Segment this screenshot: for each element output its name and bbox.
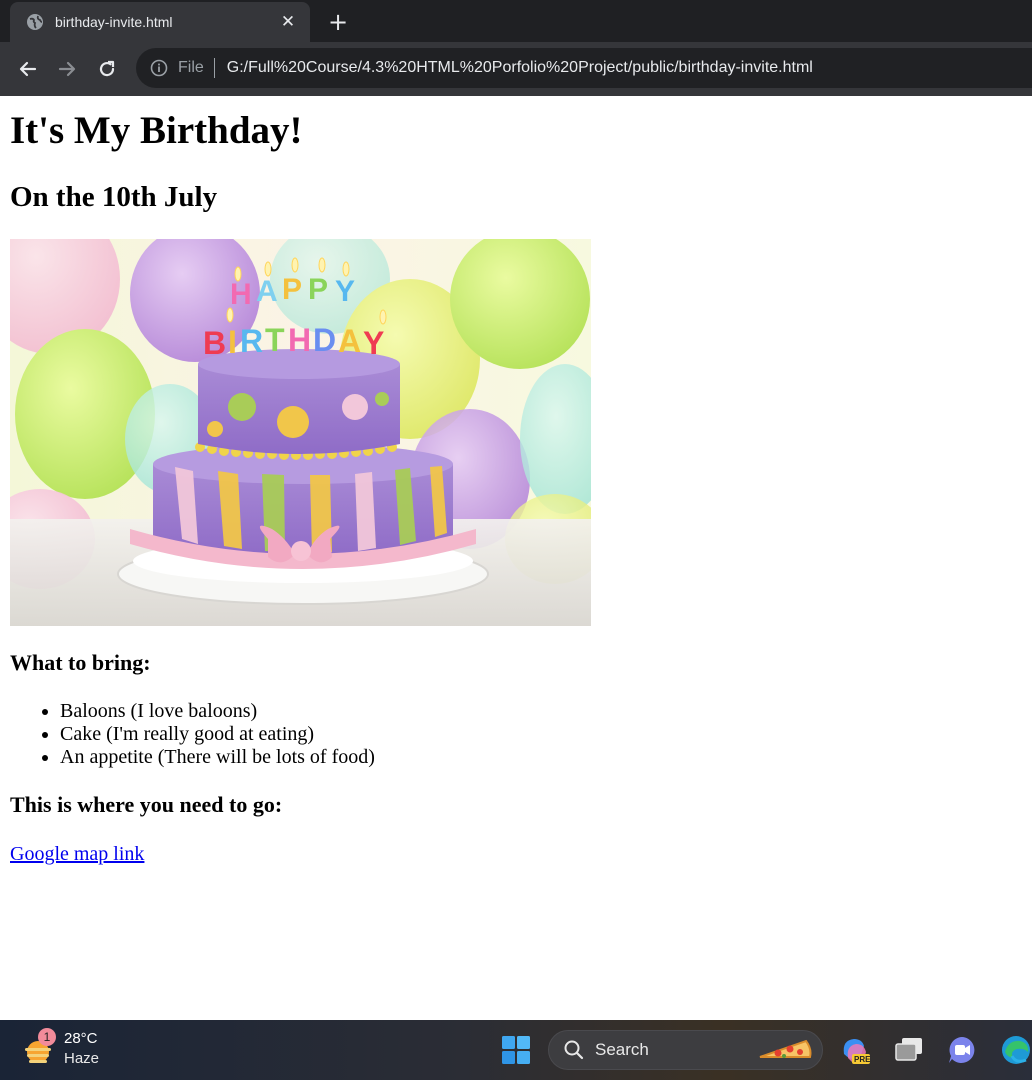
windows-taskbar: 1 28°C Haze Search PRE bbox=[0, 1020, 1032, 1080]
browser-toolbar: File G:/Full%20Course/4.3%20HTML%20Porfo… bbox=[0, 42, 1032, 96]
search-icon bbox=[563, 1039, 585, 1061]
page-heading: It's My Birthday! bbox=[10, 109, 303, 152]
svg-text:H: H bbox=[288, 322, 311, 358]
omnibox-divider bbox=[213, 58, 215, 78]
svg-text:Y: Y bbox=[335, 275, 355, 308]
search-placeholder: Search bbox=[595, 1040, 649, 1059]
reload-icon[interactable] bbox=[93, 55, 121, 83]
info-icon[interactable] bbox=[150, 59, 168, 77]
teams-meet-icon[interactable] bbox=[946, 1034, 978, 1066]
tab-title: birthday-invite.html bbox=[55, 14, 173, 30]
svg-text:A: A bbox=[256, 275, 278, 308]
pizza-icon bbox=[754, 1035, 816, 1065]
bring-heading: What to bring: bbox=[10, 650, 151, 675]
forward-arrow-icon[interactable] bbox=[53, 55, 81, 83]
list-item: Baloons (I love baloons) bbox=[60, 700, 375, 723]
svg-text:R: R bbox=[240, 323, 263, 359]
date-heading: On the 10th July bbox=[10, 181, 218, 213]
back-arrow-icon[interactable] bbox=[14, 55, 42, 83]
svg-text:T: T bbox=[265, 322, 285, 358]
browser-tab[interactable]: birthday-invite.html ✕ bbox=[10, 2, 310, 42]
edge-icon[interactable] bbox=[1000, 1034, 1032, 1066]
svg-text:B: B bbox=[203, 325, 226, 361]
taskbar-search-input[interactable]: Search bbox=[548, 1030, 823, 1070]
notification-badge: 1 bbox=[38, 1028, 56, 1046]
scheme-label: File bbox=[178, 59, 204, 76]
copilot-icon[interactable]: PRE bbox=[838, 1034, 871, 1066]
svg-text:A: A bbox=[338, 323, 361, 359]
weather-temperature: 28°C bbox=[64, 1030, 98, 1047]
globe-icon bbox=[26, 13, 44, 31]
svg-text:PRE: PRE bbox=[854, 1055, 870, 1064]
weather-widget[interactable]: 1 28°C Haze bbox=[22, 1028, 142, 1072]
bring-list: Baloons (I love baloons) Cake (I'm reall… bbox=[10, 700, 375, 769]
list-item: Cake (I'm really good at eating) bbox=[60, 723, 375, 746]
svg-text:D: D bbox=[313, 322, 336, 358]
windows-start-icon[interactable] bbox=[500, 1034, 532, 1066]
birthday-cake-image: H A P P Y B I R T H D A Y bbox=[10, 239, 591, 626]
browser-tab-strip: birthday-invite.html ✕ + bbox=[0, 0, 1032, 42]
google-map-link[interactable]: Google map link bbox=[10, 842, 144, 866]
close-tab-icon[interactable]: ✕ bbox=[278, 12, 298, 32]
list-item: An appetite (There will be lots of food) bbox=[60, 746, 375, 769]
address-bar[interactable]: File G:/Full%20Course/4.3%20HTML%20Porfo… bbox=[136, 48, 1032, 88]
new-tab-button[interactable]: + bbox=[324, 8, 352, 36]
where-heading: This is where you need to go: bbox=[10, 792, 283, 817]
svg-text:P: P bbox=[282, 273, 302, 306]
weather-condition: Haze bbox=[64, 1050, 100, 1067]
svg-text:H: H bbox=[230, 278, 252, 311]
task-view-icon[interactable] bbox=[892, 1034, 924, 1066]
svg-text:I: I bbox=[228, 324, 237, 360]
svg-text:Y: Y bbox=[363, 325, 384, 361]
svg-text:P: P bbox=[308, 273, 328, 306]
url-text[interactable]: G:/Full%20Course/4.3%20HTML%20Porfolio%2… bbox=[227, 59, 813, 77]
